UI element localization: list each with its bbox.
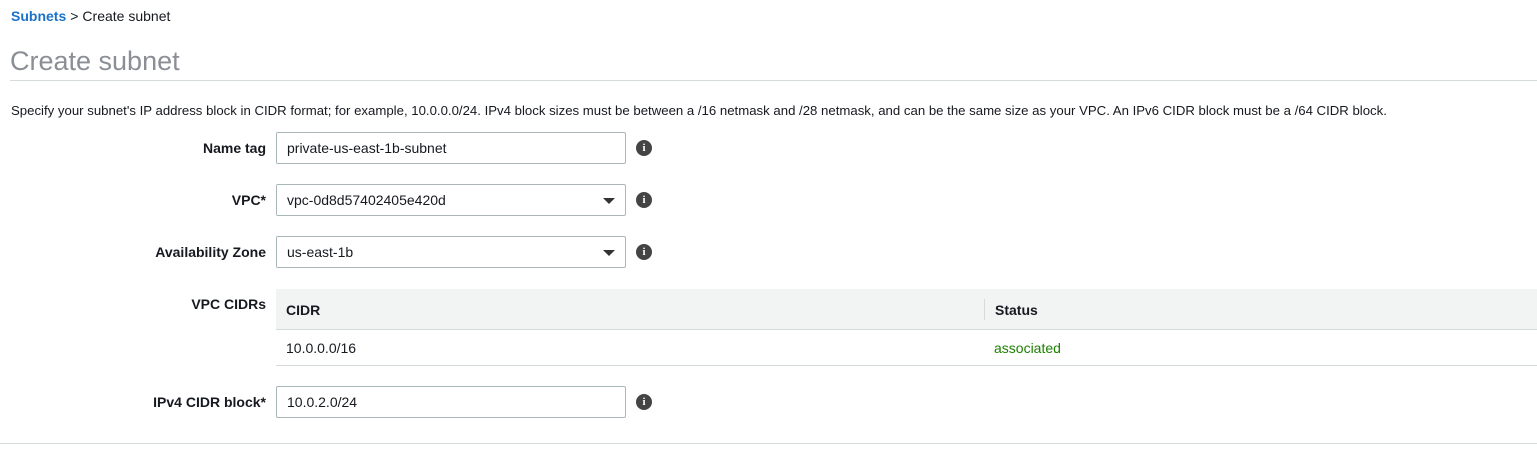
column-header-cidr: CIDR bbox=[286, 302, 321, 318]
name-tag-info-icon[interactable]: i bbox=[636, 140, 652, 156]
page-description: Specify your subnet's IP address block i… bbox=[11, 103, 1387, 118]
title-divider bbox=[10, 80, 1537, 81]
vpc-select-value: vpc-0d8d57402405e420d bbox=[287, 192, 446, 208]
status-cell: associated bbox=[994, 340, 1061, 356]
table-row: 10.0.0.0/16 associated bbox=[276, 330, 1537, 366]
name-tag-input[interactable] bbox=[276, 132, 626, 164]
chevron-down-icon bbox=[603, 250, 615, 256]
cidr-cell: 10.0.0.0/16 bbox=[286, 340, 357, 356]
breadcrumb-link-subnets[interactable]: Subnets bbox=[11, 8, 66, 24]
name-tag-label: Name tag bbox=[202, 140, 266, 156]
breadcrumb-current: Create subnet bbox=[82, 8, 171, 24]
ipv4-cidr-label: IPv4 CIDR block* bbox=[153, 394, 266, 410]
vpc-cidrs-label: VPC CIDRs bbox=[191, 296, 266, 312]
vpc-cidrs-table: CIDR Status 10.0.0.0/16 associated bbox=[276, 289, 1537, 366]
table-header: CIDR Status bbox=[276, 289, 1537, 330]
availability-zone-info-icon[interactable]: i bbox=[636, 244, 652, 260]
availability-zone-select[interactable]: us-east-1b bbox=[276, 236, 626, 268]
column-header-status: Status bbox=[995, 302, 1038, 318]
ipv4-cidr-info-icon[interactable]: i bbox=[636, 394, 652, 410]
availability-zone-label: Availability Zone bbox=[155, 244, 266, 260]
vpc-label: VPC* bbox=[231, 192, 266, 208]
breadcrumb-separator: > bbox=[70, 8, 79, 24]
vpc-info-icon[interactable]: i bbox=[636, 192, 652, 208]
vpc-select[interactable]: vpc-0d8d57402405e420d bbox=[276, 184, 626, 216]
ipv4-cidr-input[interactable] bbox=[276, 386, 626, 418]
breadcrumb: Subnets > Create subnet bbox=[11, 8, 170, 24]
column-divider bbox=[984, 299, 985, 320]
availability-zone-select-value: us-east-1b bbox=[287, 244, 354, 260]
page-title: Create subnet bbox=[10, 46, 180, 76]
footer-divider bbox=[0, 443, 1537, 444]
chevron-down-icon bbox=[603, 198, 615, 204]
